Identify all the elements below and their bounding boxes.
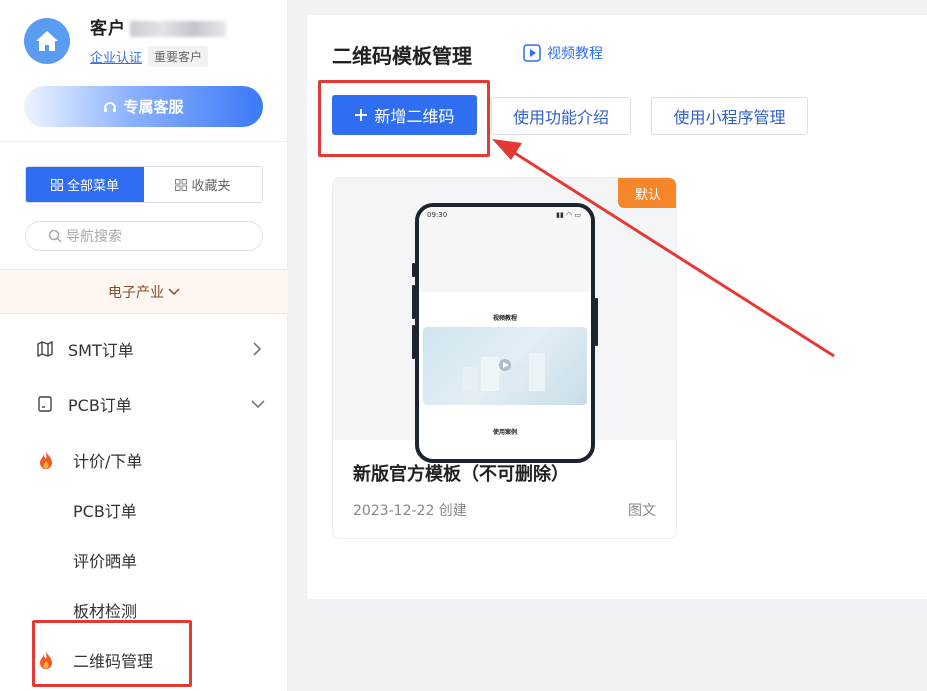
chevron-down-icon bbox=[251, 400, 265, 409]
user-name: 客户 bbox=[90, 14, 226, 39]
main-panel: 二维码模板管理 视频教程 新增二维码 使用功能介绍 使用小程序管理 09:30 … bbox=[307, 15, 927, 599]
template-title: 新版官方模板（不可删除） bbox=[353, 464, 569, 485]
home-avatar-icon[interactable] bbox=[24, 18, 70, 64]
feature-intro-button[interactable]: 使用功能介绍 bbox=[491, 97, 631, 135]
phone-section-title: 视频教程 bbox=[492, 315, 517, 322]
phone-time: 09:30 bbox=[427, 211, 448, 219]
video-tutorial-link[interactable]: 视频教程 bbox=[523, 43, 603, 63]
enterprise-cert-link[interactable]: 企业认证 bbox=[90, 47, 142, 66]
phone-section-title: 使用案例 bbox=[492, 429, 517, 436]
fire-icon bbox=[40, 451, 52, 469]
blurred-id bbox=[130, 21, 226, 37]
video-thumbnail bbox=[423, 327, 587, 405]
sidebar: 客户 企业认证 重要客户 专属客服 全部菜单 收藏夹 导航搜索 电子产业 SMT… bbox=[0, 0, 288, 691]
divider bbox=[0, 141, 288, 142]
chevron-down-icon bbox=[168, 287, 180, 295]
submenu-qrcode-management[interactable]: 二维码管理 bbox=[0, 642, 288, 678]
fire-icon bbox=[40, 651, 52, 669]
menu-item-pcb-order[interactable]: PCB订单 bbox=[0, 384, 288, 424]
submenu-review[interactable]: 评价晒单 bbox=[0, 542, 288, 578]
chevron-right-icon bbox=[253, 342, 262, 356]
menu-item-smt-order[interactable]: SMT订单 bbox=[0, 329, 288, 369]
template-card[interactable]: 09:30 ▮▮ ◠ ▭ 视频教程 使用案例 默认 新版官方模板（不可删除） 2… bbox=[332, 177, 677, 539]
submenu-pcb-order[interactable]: PCB订单 bbox=[0, 492, 288, 528]
map-icon bbox=[37, 340, 53, 358]
headset-icon bbox=[104, 101, 117, 112]
default-badge: 默认 bbox=[618, 178, 676, 208]
phone-side-button bbox=[595, 298, 598, 346]
template-date: 2023-12-22 创建 bbox=[353, 503, 467, 519]
play-icon bbox=[523, 44, 541, 62]
phone-header-area bbox=[419, 207, 591, 292]
submenu-pricing-order[interactable]: 计价/下单 bbox=[0, 442, 288, 478]
add-qrcode-button[interactable]: 新增二维码 bbox=[332, 95, 477, 135]
miniprogram-manage-button[interactable]: 使用小程序管理 bbox=[651, 97, 808, 135]
template-type: 图文 bbox=[628, 503, 656, 519]
submenu-board-test[interactable]: 板材检测 bbox=[0, 592, 288, 628]
signal-icon: ▮▮ ◠ ▭ bbox=[556, 211, 581, 219]
dedicated-service-button[interactable]: 专属客服 bbox=[24, 86, 263, 127]
board-icon bbox=[38, 396, 52, 412]
menu-tabs: 全部菜单 收藏夹 bbox=[25, 166, 263, 203]
page-title: 二维码模板管理 bbox=[332, 44, 472, 68]
tab-all-menu[interactable]: 全部菜单 bbox=[26, 167, 144, 202]
tab-favorites[interactable]: 收藏夹 bbox=[144, 167, 262, 202]
template-preview: 09:30 ▮▮ ◠ ▭ 视频教程 使用案例 默认 bbox=[333, 178, 676, 463]
grid-icon bbox=[175, 178, 188, 191]
nav-search-input[interactable]: 导航搜索 bbox=[25, 221, 263, 251]
industry-selector[interactable]: 电子产业 bbox=[0, 269, 288, 314]
customer-tag: 重要客户 bbox=[148, 46, 209, 67]
search-icon bbox=[48, 229, 62, 243]
plus-icon bbox=[355, 109, 368, 121]
phone-mockup: 09:30 ▮▮ ◠ ▭ 视频教程 使用案例 bbox=[415, 203, 595, 463]
grid-icon bbox=[50, 178, 63, 191]
